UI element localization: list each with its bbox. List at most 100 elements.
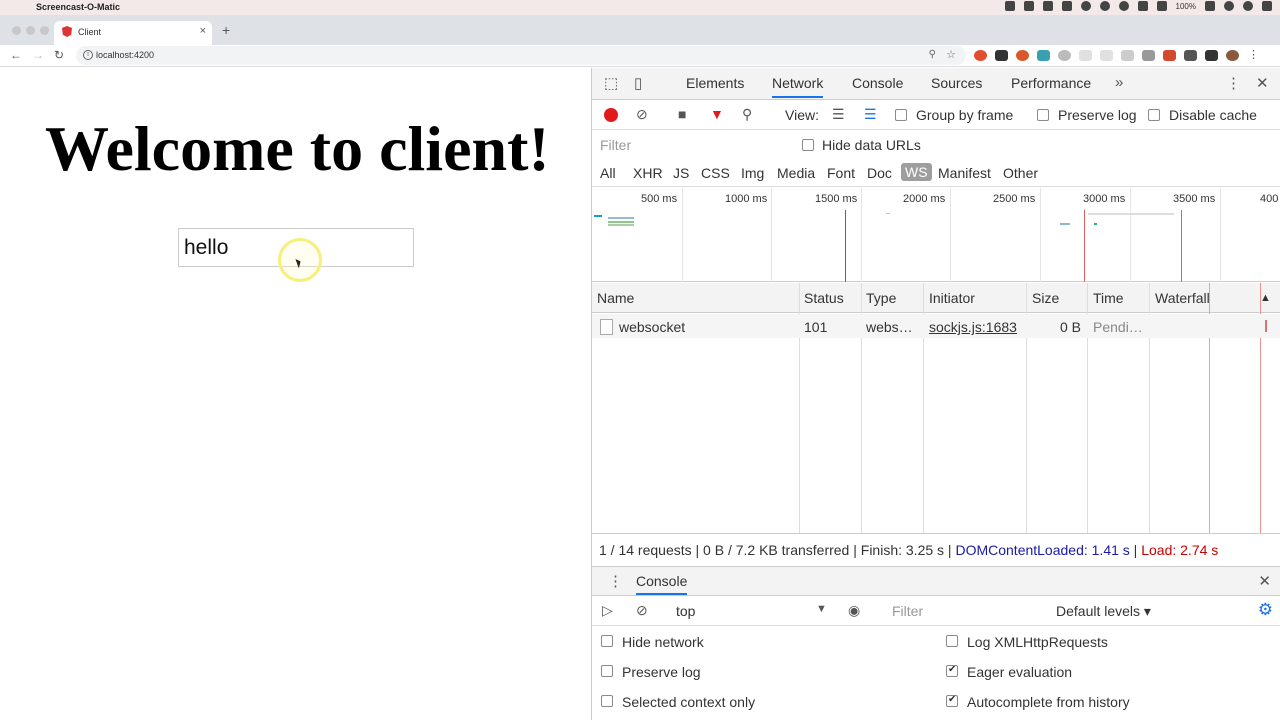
blank-extension-icon[interactable] bbox=[1079, 50, 1092, 61]
tab-performance[interactable]: Performance bbox=[1011, 75, 1091, 91]
gear-icon[interactable]: ⚙ bbox=[1258, 600, 1273, 620]
preserve-log-checkbox[interactable] bbox=[1037, 109, 1049, 121]
type-xhr[interactable]: XHR bbox=[633, 165, 663, 181]
wifi-icon[interactable] bbox=[1118, 1, 1129, 11]
spotlight-icon[interactable] bbox=[1224, 1, 1234, 11]
inspect-element-icon[interactable]: ⬚ bbox=[604, 74, 618, 92]
tab-console[interactable]: Console bbox=[852, 75, 903, 91]
more-tabs-icon[interactable]: » bbox=[1115, 74, 1123, 91]
chrome-menu-icon[interactable]: ⋮ bbox=[1247, 50, 1260, 61]
tab-elements[interactable]: Elements bbox=[686, 75, 744, 91]
opera-extension-icon[interactable] bbox=[974, 50, 987, 61]
menubar-app-name[interactable]: Screencast-O-Matic bbox=[36, 2, 120, 12]
console-filter-input[interactable]: Filter bbox=[892, 603, 923, 619]
type-doc[interactable]: Doc bbox=[867, 165, 892, 181]
address-bar[interactable]: i localhost:4200 ⚲ ☆ bbox=[76, 46, 966, 65]
tag-extension-icon[interactable] bbox=[1205, 50, 1218, 61]
record-button[interactable] bbox=[604, 108, 618, 122]
large-rows-icon[interactable]: ☰ bbox=[832, 106, 845, 123]
globe-extension-icon[interactable] bbox=[1037, 50, 1050, 61]
hide-network-checkbox[interactable] bbox=[601, 635, 613, 647]
dropbox-icon[interactable] bbox=[1023, 1, 1034, 11]
type-img[interactable]: Img bbox=[741, 165, 764, 181]
type-css[interactable]: CSS bbox=[701, 165, 730, 181]
search-icon[interactable]: ⚲ bbox=[742, 106, 752, 123]
eye-icon[interactable]: ◉ bbox=[848, 602, 860, 619]
type-all[interactable]: All bbox=[600, 165, 616, 181]
layers-extension-icon[interactable] bbox=[995, 50, 1008, 61]
group-by-frame-checkbox[interactable] bbox=[895, 109, 907, 121]
site-info-icon[interactable]: i bbox=[83, 50, 93, 60]
airplay-icon[interactable] bbox=[1137, 1, 1148, 11]
column-name[interactable]: Name bbox=[597, 290, 634, 306]
red-extension-icon[interactable] bbox=[1163, 50, 1176, 61]
console-clear-icon[interactable]: ⊘ bbox=[636, 602, 648, 619]
filter-icon[interactable]: ▼ bbox=[710, 106, 724, 122]
window-minimize-button[interactable] bbox=[26, 26, 35, 35]
column-status[interactable]: Status bbox=[804, 290, 844, 306]
battery-icon[interactable] bbox=[1205, 1, 1215, 11]
column-type[interactable]: Type bbox=[866, 290, 896, 306]
camera-extension-icon[interactable] bbox=[1142, 50, 1155, 61]
time-machine-icon[interactable] bbox=[1099, 1, 1110, 11]
volume-icon[interactable] bbox=[1156, 1, 1167, 11]
window-close-button[interactable] bbox=[12, 26, 21, 35]
device-toolbar-icon[interactable]: ▯ bbox=[634, 74, 642, 92]
eager-evaluation-checkbox[interactable] bbox=[946, 664, 958, 677]
tab-network[interactable]: Network bbox=[772, 75, 824, 98]
producthunt-extension-icon[interactable] bbox=[1016, 50, 1029, 61]
column-waterfall[interactable]: Waterfall bbox=[1155, 290, 1210, 306]
clear-icon[interactable]: ⊘ bbox=[636, 106, 648, 123]
sidebar-toggle-icon[interactable]: ▷ bbox=[602, 602, 613, 619]
address-url[interactable]: localhost:4200 bbox=[96, 50, 154, 60]
arrow-icon[interactable] bbox=[1042, 1, 1053, 11]
type-js[interactable]: JS bbox=[673, 165, 689, 181]
sort-ascending-icon[interactable]: ▲ bbox=[1260, 292, 1271, 304]
console-preserve-log-checkbox[interactable] bbox=[601, 665, 613, 677]
autocomplete-checkbox[interactable] bbox=[946, 694, 958, 707]
type-other[interactable]: Other bbox=[1003, 165, 1038, 181]
location-icon[interactable] bbox=[1004, 1, 1015, 11]
capture-screenshots-icon[interactable]: ■ bbox=[678, 106, 686, 122]
reload-icon[interactable]: ↻ bbox=[54, 48, 64, 62]
cloud-icon[interactable] bbox=[1080, 1, 1091, 11]
person-icon[interactable] bbox=[1061, 1, 1072, 11]
log-xhr-checkbox[interactable] bbox=[946, 635, 958, 647]
drawer-menu-icon[interactable]: ⋮ bbox=[608, 572, 623, 590]
grey-extension-icon[interactable] bbox=[1058, 50, 1071, 61]
bookmark-star-icon[interactable]: ☆ bbox=[946, 48, 956, 61]
type-media[interactable]: Media bbox=[777, 165, 815, 181]
row-name[interactable]: websocket bbox=[619, 319, 685, 335]
overview-icon[interactable]: ☰ bbox=[864, 106, 877, 123]
window-zoom-button[interactable] bbox=[40, 26, 49, 35]
type-font[interactable]: Font bbox=[827, 165, 855, 181]
profile-avatar[interactable] bbox=[1226, 50, 1239, 61]
drawer-close-icon[interactable]: ✕ bbox=[1258, 572, 1271, 590]
log-levels-dropdown[interactable]: Default levels ▾ bbox=[1056, 603, 1151, 620]
new-tab-button[interactable]: + bbox=[222, 22, 230, 38]
devtools-close-icon[interactable]: ✕ bbox=[1256, 74, 1269, 92]
siri-icon[interactable] bbox=[1243, 1, 1253, 11]
disable-cache-checkbox[interactable] bbox=[1148, 109, 1160, 121]
type-ws[interactable]: WS bbox=[901, 163, 932, 181]
hide-data-urls-checkbox[interactable] bbox=[802, 139, 814, 151]
zoom-icon[interactable]: ⚲ bbox=[929, 49, 936, 60]
blank-extension-icon-2[interactable] bbox=[1100, 50, 1113, 61]
notification-center-icon[interactable] bbox=[1262, 1, 1272, 11]
table-row[interactable]: websocket 101 webs… sockjs.js:1683 0 B P… bbox=[592, 314, 1280, 338]
tab-close-icon[interactable]: × bbox=[200, 25, 206, 37]
row-initiator-link[interactable]: sockjs.js:1683 bbox=[929, 319, 1017, 335]
back-icon[interactable]: ← bbox=[10, 48, 22, 62]
type-manifest[interactable]: Manifest bbox=[938, 165, 991, 181]
context-selector[interactable]: top bbox=[676, 603, 695, 619]
column-initiator[interactable]: Initiator bbox=[929, 290, 975, 306]
column-time[interactable]: Time bbox=[1093, 290, 1124, 306]
tab-sources[interactable]: Sources bbox=[931, 75, 982, 91]
dark-extension-icon[interactable] bbox=[1184, 50, 1197, 61]
drawer-tab-console[interactable]: Console bbox=[636, 573, 688, 595]
forward-icon[interactable]: → bbox=[32, 48, 44, 62]
browser-tab[interactable]: Client × bbox=[54, 21, 212, 45]
selected-context-checkbox[interactable] bbox=[601, 695, 613, 707]
chevron-down-icon[interactable]: ▼ bbox=[816, 603, 827, 615]
column-size[interactable]: Size bbox=[1032, 290, 1059, 306]
